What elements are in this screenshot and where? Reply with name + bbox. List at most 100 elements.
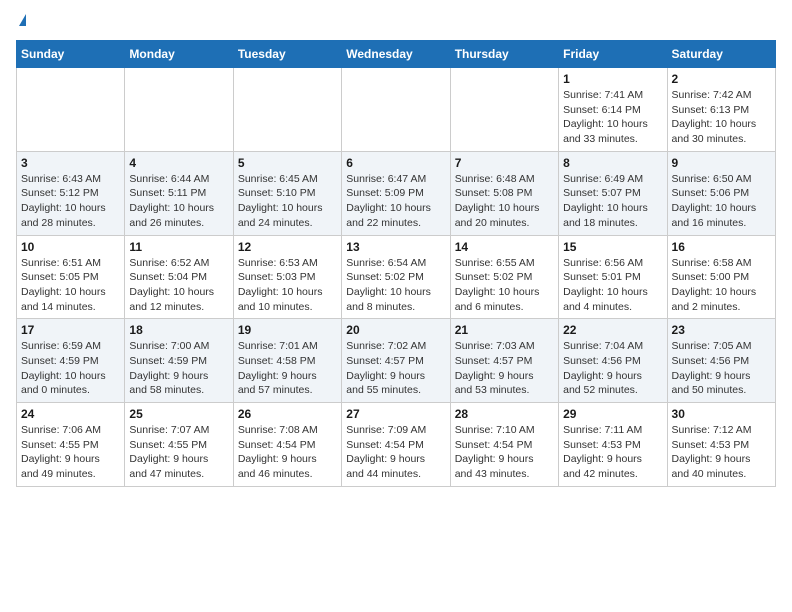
logo bbox=[16, 16, 26, 28]
day-number: 4 bbox=[129, 156, 228, 170]
day-number: 11 bbox=[129, 240, 228, 254]
calendar-cell: 21 Sunrise: 7:03 AM Sunset: 4:57 PM Dayli… bbox=[450, 319, 558, 403]
calendar-cell: 20 Sunrise: 7:02 AM Sunset: 4:57 PM Dayli… bbox=[342, 319, 450, 403]
day-info: Sunrise: 7:01 AM Sunset: 4:58 PM Dayligh… bbox=[238, 339, 337, 398]
calendar-cell: 30 Sunrise: 7:12 AM Sunset: 4:53 PM Dayli… bbox=[667, 403, 775, 487]
day-number: 15 bbox=[563, 240, 662, 254]
calendar-cell: 24Sunrise: 7:06 AM Sunset: 4:55 PM Dayli… bbox=[17, 403, 125, 487]
day-number: 7 bbox=[455, 156, 554, 170]
day-info: Sunrise: 7:09 AM Sunset: 4:54 PM Dayligh… bbox=[346, 423, 445, 482]
calendar-cell: 4 Sunrise: 6:44 AM Sunset: 5:11 PM Daylig… bbox=[125, 151, 233, 235]
weekday-thursday: Thursday bbox=[450, 41, 558, 68]
day-info: Sunrise: 6:47 AM Sunset: 5:09 PM Dayligh… bbox=[346, 172, 445, 231]
calendar-cell: 15 Sunrise: 6:56 AM Sunset: 5:01 PM Dayli… bbox=[559, 235, 667, 319]
day-number: 14 bbox=[455, 240, 554, 254]
calendar-cell: 3 Sunrise: 6:43 AM Sunset: 5:12 PM Daylig… bbox=[17, 151, 125, 235]
day-number: 8 bbox=[563, 156, 662, 170]
weekday-saturday: Saturday bbox=[667, 41, 775, 68]
calendar-cell: 5Sunrise: 6:45 AM Sunset: 5:10 PM Daylig… bbox=[233, 151, 341, 235]
calendar-week-3: 10 Sunrise: 6:51 AM Sunset: 5:05 PM Dayli… bbox=[17, 235, 776, 319]
day-number: 29 bbox=[563, 407, 662, 421]
day-info: Sunrise: 6:49 AM Sunset: 5:07 PM Dayligh… bbox=[563, 172, 662, 231]
day-info: Sunrise: 7:07 AM Sunset: 4:55 PM Dayligh… bbox=[129, 423, 228, 482]
calendar-cell: 13 Sunrise: 6:54 AM Sunset: 5:02 PM Dayli… bbox=[342, 235, 450, 319]
day-number: 27 bbox=[346, 407, 445, 421]
calendar-week-5: 24Sunrise: 7:06 AM Sunset: 4:55 PM Dayli… bbox=[17, 403, 776, 487]
calendar-cell bbox=[233, 68, 341, 152]
day-info: Sunrise: 6:56 AM Sunset: 5:01 PM Dayligh… bbox=[563, 256, 662, 315]
calendar-cell: 12Sunrise: 6:53 AM Sunset: 5:03 PM Dayli… bbox=[233, 235, 341, 319]
logo-triangle-icon bbox=[19, 14, 26, 26]
day-info: Sunrise: 7:00 AM Sunset: 4:59 PM Dayligh… bbox=[129, 339, 228, 398]
day-number: 6 bbox=[346, 156, 445, 170]
calendar-week-2: 3 Sunrise: 6:43 AM Sunset: 5:12 PM Daylig… bbox=[17, 151, 776, 235]
weekday-monday: Monday bbox=[125, 41, 233, 68]
weekday-header-row: SundayMondayTuesdayWednesdayThursdayFrid… bbox=[17, 41, 776, 68]
day-info: Sunrise: 6:50 AM Sunset: 5:06 PM Dayligh… bbox=[672, 172, 771, 231]
day-info: Sunrise: 7:03 AM Sunset: 4:57 PM Dayligh… bbox=[455, 339, 554, 398]
day-number: 9 bbox=[672, 156, 771, 170]
day-number: 30 bbox=[672, 407, 771, 421]
day-number: 12 bbox=[238, 240, 337, 254]
day-info: Sunrise: 6:54 AM Sunset: 5:02 PM Dayligh… bbox=[346, 256, 445, 315]
day-info: Sunrise: 7:11 AM Sunset: 4:53 PM Dayligh… bbox=[563, 423, 662, 482]
day-number: 18 bbox=[129, 323, 228, 337]
day-info: Sunrise: 7:08 AM Sunset: 4:54 PM Dayligh… bbox=[238, 423, 337, 482]
calendar-cell: 8 Sunrise: 6:49 AM Sunset: 5:07 PM Daylig… bbox=[559, 151, 667, 235]
day-number: 23 bbox=[672, 323, 771, 337]
calendar-cell: 6 Sunrise: 6:47 AM Sunset: 5:09 PM Daylig… bbox=[342, 151, 450, 235]
day-info: Sunrise: 7:42 AM Sunset: 6:13 PM Dayligh… bbox=[672, 88, 771, 147]
calendar-week-1: 1 Sunrise: 7:41 AM Sunset: 6:14 PM Daylig… bbox=[17, 68, 776, 152]
calendar-cell: 17 Sunrise: 6:59 AM Sunset: 4:59 PM Dayli… bbox=[17, 319, 125, 403]
day-info: Sunrise: 6:59 AM Sunset: 4:59 PM Dayligh… bbox=[21, 339, 120, 398]
day-number: 2 bbox=[672, 72, 771, 86]
day-info: Sunrise: 7:41 AM Sunset: 6:14 PM Dayligh… bbox=[563, 88, 662, 147]
calendar-cell: 26Sunrise: 7:08 AM Sunset: 4:54 PM Dayli… bbox=[233, 403, 341, 487]
day-number: 25 bbox=[129, 407, 228, 421]
calendar-cell: 2 Sunrise: 7:42 AM Sunset: 6:13 PM Daylig… bbox=[667, 68, 775, 152]
weekday-sunday: Sunday bbox=[17, 41, 125, 68]
day-number: 24 bbox=[21, 407, 120, 421]
day-info: Sunrise: 7:04 AM Sunset: 4:56 PM Dayligh… bbox=[563, 339, 662, 398]
calendar-week-4: 17 Sunrise: 6:59 AM Sunset: 4:59 PM Dayli… bbox=[17, 319, 776, 403]
day-number: 19 bbox=[238, 323, 337, 337]
page-header bbox=[16, 16, 776, 28]
day-info: Sunrise: 6:44 AM Sunset: 5:11 PM Dayligh… bbox=[129, 172, 228, 231]
day-number: 20 bbox=[346, 323, 445, 337]
calendar-cell bbox=[342, 68, 450, 152]
calendar-cell: 11 Sunrise: 6:52 AM Sunset: 5:04 PM Dayli… bbox=[125, 235, 233, 319]
calendar-cell: 10 Sunrise: 6:51 AM Sunset: 5:05 PM Dayli… bbox=[17, 235, 125, 319]
calendar-cell: 27 Sunrise: 7:09 AM Sunset: 4:54 PM Dayli… bbox=[342, 403, 450, 487]
calendar-cell bbox=[125, 68, 233, 152]
day-info: Sunrise: 7:10 AM Sunset: 4:54 PM Dayligh… bbox=[455, 423, 554, 482]
calendar-cell: 29 Sunrise: 7:11 AM Sunset: 4:53 PM Dayli… bbox=[559, 403, 667, 487]
calendar-table: SundayMondayTuesdayWednesdayThursdayFrid… bbox=[16, 40, 776, 487]
day-number: 21 bbox=[455, 323, 554, 337]
weekday-tuesday: Tuesday bbox=[233, 41, 341, 68]
day-number: 3 bbox=[21, 156, 120, 170]
day-number: 5 bbox=[238, 156, 337, 170]
day-info: Sunrise: 6:52 AM Sunset: 5:04 PM Dayligh… bbox=[129, 256, 228, 315]
calendar-cell: 28 Sunrise: 7:10 AM Sunset: 4:54 PM Dayli… bbox=[450, 403, 558, 487]
day-info: Sunrise: 6:43 AM Sunset: 5:12 PM Dayligh… bbox=[21, 172, 120, 231]
day-number: 13 bbox=[346, 240, 445, 254]
calendar-cell bbox=[450, 68, 558, 152]
day-info: Sunrise: 6:51 AM Sunset: 5:05 PM Dayligh… bbox=[21, 256, 120, 315]
calendar-cell: 7 Sunrise: 6:48 AM Sunset: 5:08 PM Daylig… bbox=[450, 151, 558, 235]
calendar-cell: 1 Sunrise: 7:41 AM Sunset: 6:14 PM Daylig… bbox=[559, 68, 667, 152]
calendar-cell: 23 Sunrise: 7:05 AM Sunset: 4:56 PM Dayli… bbox=[667, 319, 775, 403]
day-info: Sunrise: 6:48 AM Sunset: 5:08 PM Dayligh… bbox=[455, 172, 554, 231]
calendar-cell: 18 Sunrise: 7:00 AM Sunset: 4:59 PM Dayli… bbox=[125, 319, 233, 403]
day-number: 17 bbox=[21, 323, 120, 337]
day-number: 28 bbox=[455, 407, 554, 421]
calendar-cell: 19 Sunrise: 7:01 AM Sunset: 4:58 PM Dayli… bbox=[233, 319, 341, 403]
weekday-friday: Friday bbox=[559, 41, 667, 68]
calendar-cell: 16Sunrise: 6:58 AM Sunset: 5:00 PM Dayli… bbox=[667, 235, 775, 319]
day-info: Sunrise: 6:55 AM Sunset: 5:02 PM Dayligh… bbox=[455, 256, 554, 315]
day-number: 10 bbox=[21, 240, 120, 254]
day-info: Sunrise: 7:02 AM Sunset: 4:57 PM Dayligh… bbox=[346, 339, 445, 398]
day-info: Sunrise: 7:12 AM Sunset: 4:53 PM Dayligh… bbox=[672, 423, 771, 482]
day-info: Sunrise: 7:05 AM Sunset: 4:56 PM Dayligh… bbox=[672, 339, 771, 398]
day-number: 1 bbox=[563, 72, 662, 86]
calendar-cell: 9 Sunrise: 6:50 AM Sunset: 5:06 PM Daylig… bbox=[667, 151, 775, 235]
